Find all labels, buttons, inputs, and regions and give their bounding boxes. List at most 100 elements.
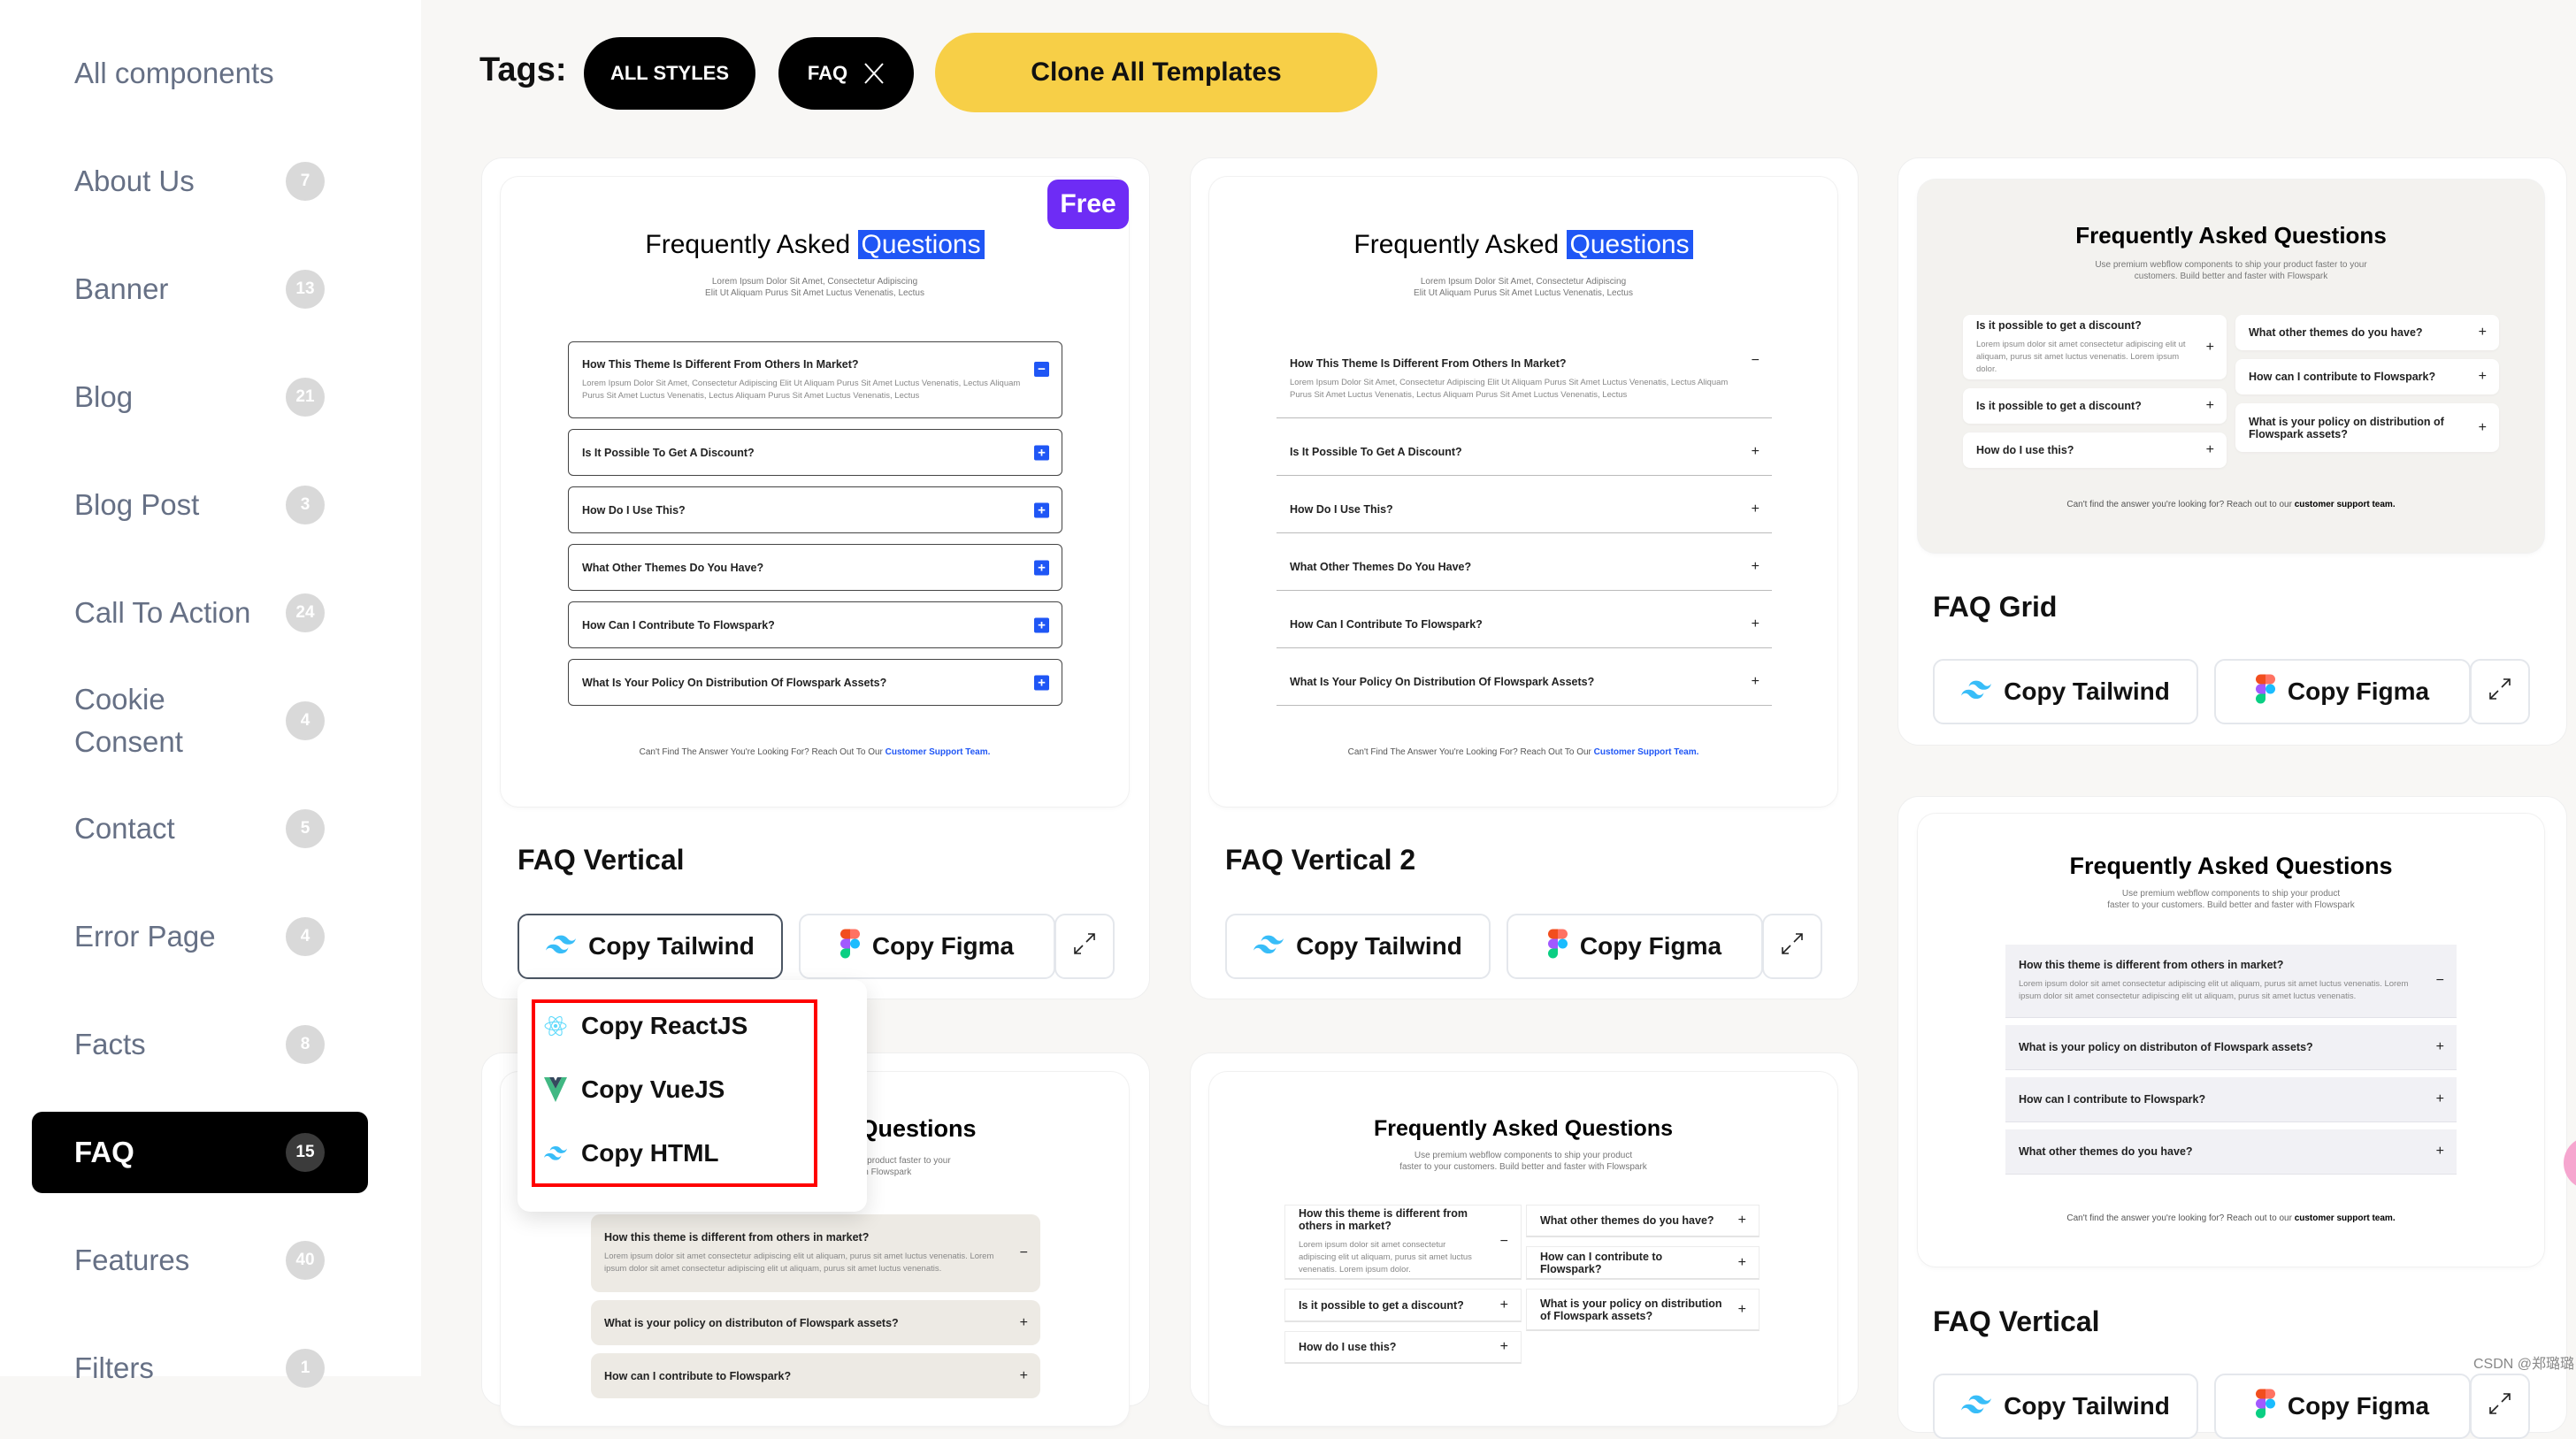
- template-preview[interactable]: Frequently Asked Questions Lorem Ipsum Do…: [1209, 177, 1837, 807]
- copy-figma-button[interactable]: Copy Figma: [2214, 659, 2471, 724]
- copy-tailwind-button[interactable]: Copy Tailwind: [1933, 1374, 2198, 1439]
- faq-item[interactable]: Is it possible to get a discount? Lorem i…: [1963, 315, 2227, 379]
- faq-item[interactable]: What is your policy on distributon of Fl…: [591, 1300, 1040, 1345]
- copy-reactjs-option[interactable]: Copy ReactJS: [544, 1012, 748, 1040]
- plus-icon[interactable]: +: [1752, 560, 1760, 574]
- plus-icon[interactable]: +: [1738, 1302, 1746, 1317]
- sidebar-item-error-page[interactable]: Error Page 4: [32, 896, 368, 977]
- template-preview[interactable]: Frequently Asked Questions Use premium we…: [1918, 180, 2544, 553]
- template-preview[interactable]: Frequently Asked Questions Use premium we…: [1918, 814, 2544, 1267]
- faq-item[interactable]: How This Theme Is Different From Others …: [1276, 341, 1772, 418]
- faq-item[interactable]: How Can I Contribute To Flowspark? +: [1276, 601, 1772, 648]
- plus-icon[interactable]: +: [1034, 445, 1049, 460]
- faq-item[interactable]: How Can I Contribute To Flowspark? +: [568, 601, 1062, 648]
- minus-icon[interactable]: −: [1020, 1246, 1028, 1260]
- faq-item[interactable]: What is your policy on distribution of F…: [2235, 403, 2499, 452]
- support-link[interactable]: Customer Support Team.: [1594, 747, 1699, 757]
- plus-icon[interactable]: +: [1752, 502, 1760, 517]
- plus-icon[interactable]: +: [1500, 1340, 1508, 1354]
- template-preview[interactable]: Frequently Asked Questions Use premium we…: [1209, 1072, 1837, 1426]
- copy-vuejs-option[interactable]: Copy VueJS: [544, 1075, 724, 1104]
- expand-preview-button[interactable]: [1762, 914, 1822, 979]
- copy-tailwind-button[interactable]: Copy Tailwind: [518, 914, 783, 979]
- faq-item[interactable]: How can I contribute to Flowspark? +: [2005, 1077, 2457, 1122]
- sidebar-item-cookie-consent[interactable]: Cookie Consent 4: [32, 680, 368, 762]
- sidebar-item-contact[interactable]: Contact 5: [32, 788, 368, 869]
- plus-icon[interactable]: +: [1034, 675, 1049, 690]
- sidebar-item-features[interactable]: Features 40: [32, 1220, 368, 1301]
- sidebar-item-facts[interactable]: Facts 8: [32, 1004, 368, 1085]
- expand-preview-button[interactable]: [2470, 659, 2530, 724]
- plus-icon[interactable]: +: [2436, 1144, 2444, 1159]
- faq-item[interactable]: What Is Your Policy On Distribution Of F…: [568, 659, 1062, 706]
- copy-figma-button[interactable]: Copy Figma: [1506, 914, 1763, 979]
- faq-item[interactable]: How can I contribute to Flowspark? +: [1526, 1246, 1760, 1280]
- copy-tailwind-button[interactable]: Copy Tailwind: [1933, 659, 2198, 724]
- copy-html-option[interactable]: Copy HTML: [544, 1139, 719, 1167]
- minus-icon[interactable]: −: [1752, 354, 1760, 368]
- faq-item[interactable]: Is it possible to get a discount? +: [1963, 388, 2227, 424]
- faq-item[interactable]: What Other Themes Do You Have? +: [1276, 544, 1772, 591]
- plus-icon[interactable]: +: [2206, 340, 2214, 355]
- faq-item[interactable]: How This Theme Is Different From Others …: [568, 341, 1062, 418]
- plus-icon[interactable]: +: [2479, 325, 2487, 340]
- plus-icon[interactable]: +: [2436, 1092, 2444, 1106]
- plus-icon[interactable]: +: [1034, 502, 1049, 517]
- expand-preview-button[interactable]: [1054, 914, 1115, 979]
- minus-icon[interactable]: −: [1034, 362, 1049, 377]
- sidebar-item-banner[interactable]: Banner 13: [32, 249, 368, 330]
- sidebar-item-all-components[interactable]: All components: [32, 33, 368, 114]
- sidebar-item-faq[interactable]: FAQ 15: [32, 1112, 368, 1193]
- plus-icon[interactable]: +: [2479, 420, 2487, 435]
- plus-icon[interactable]: +: [1738, 1213, 1746, 1228]
- plus-icon[interactable]: +: [1752, 445, 1760, 459]
- copy-figma-button[interactable]: Copy Figma: [799, 914, 1055, 979]
- plus-icon[interactable]: +: [2436, 1040, 2444, 1054]
- faq-item[interactable]: Is It Possible To Get A Discount? +: [1276, 429, 1772, 476]
- plus-icon[interactable]: +: [2206, 443, 2214, 457]
- faq-item[interactable]: What other themes do you have? +: [2005, 1129, 2457, 1175]
- copy-tailwind-button[interactable]: Copy Tailwind: [1225, 914, 1491, 979]
- copy-figma-button[interactable]: Copy Figma: [2214, 1374, 2471, 1439]
- faq-item[interactable]: What Is Your Policy On Distribution Of F…: [1276, 659, 1772, 706]
- faq-item[interactable]: Is It Possible To Get A Discount? +: [568, 429, 1062, 476]
- plus-icon[interactable]: +: [1034, 617, 1049, 632]
- tag-faq[interactable]: FAQ: [778, 37, 914, 110]
- plus-icon[interactable]: +: [1500, 1297, 1508, 1313]
- support-link[interactable]: Customer Support Team.: [886, 747, 991, 757]
- minus-icon[interactable]: −: [1500, 1235, 1508, 1249]
- faq-item[interactable]: How do I use this? +: [1963, 432, 2227, 468]
- faq-item[interactable]: How can I contribute to Flowspark? +: [2235, 359, 2499, 394]
- faq-item[interactable]: How this theme is different from others …: [1284, 1205, 1522, 1280]
- tag-all-styles[interactable]: ALL STYLES: [584, 37, 755, 110]
- plus-icon[interactable]: +: [2479, 370, 2487, 384]
- sidebar-item-filters[interactable]: Filters 1: [32, 1328, 368, 1409]
- faq-item[interactable]: What other themes do you have? +: [2235, 315, 2499, 350]
- faq-item[interactable]: How Do I Use This? +: [568, 486, 1062, 533]
- sidebar-item-blog-post[interactable]: Blog Post 3: [32, 464, 368, 546]
- sidebar-item-call-to-action[interactable]: Call To Action 24: [32, 572, 368, 654]
- faq-item[interactable]: What is your policy on distributon of Fl…: [2005, 1025, 2457, 1070]
- template-preview[interactable]: Frequently Asked Questions Lorem Ipsum Do…: [501, 177, 1129, 807]
- plus-icon[interactable]: +: [1020, 1315, 1028, 1330]
- sidebar-item-blog[interactable]: Blog 21: [32, 356, 368, 438]
- faq-item[interactable]: How this theme is different from others …: [591, 1214, 1040, 1292]
- faq-item[interactable]: How do I use this? +: [1284, 1331, 1522, 1364]
- support-link[interactable]: customer support team.: [2295, 500, 2396, 509]
- minus-icon[interactable]: −: [2436, 974, 2444, 988]
- faq-item[interactable]: How Do I Use This? +: [1276, 486, 1772, 533]
- sidebar-item-about-us[interactable]: About Us 7: [32, 141, 368, 222]
- plus-icon[interactable]: +: [1034, 560, 1049, 575]
- clone-all-templates-button[interactable]: Clone All Templates: [935, 33, 1377, 112]
- faq-item[interactable]: What is your policy on distribution of F…: [1526, 1289, 1760, 1331]
- close-icon[interactable]: [863, 62, 885, 85]
- plus-icon[interactable]: +: [1752, 617, 1760, 631]
- plus-icon[interactable]: +: [1738, 1255, 1746, 1270]
- support-link[interactable]: customer support team.: [2295, 1213, 2396, 1223]
- faq-item[interactable]: Is it possible to get a discount? +: [1284, 1289, 1522, 1322]
- expand-preview-button[interactable]: [2470, 1374, 2530, 1439]
- plus-icon[interactable]: +: [1752, 675, 1760, 689]
- faq-item[interactable]: What Other Themes Do You Have? +: [568, 544, 1062, 591]
- faq-item[interactable]: What other themes do you have? +: [1526, 1205, 1760, 1237]
- faq-item[interactable]: How this theme is different from others …: [2005, 945, 2457, 1018]
